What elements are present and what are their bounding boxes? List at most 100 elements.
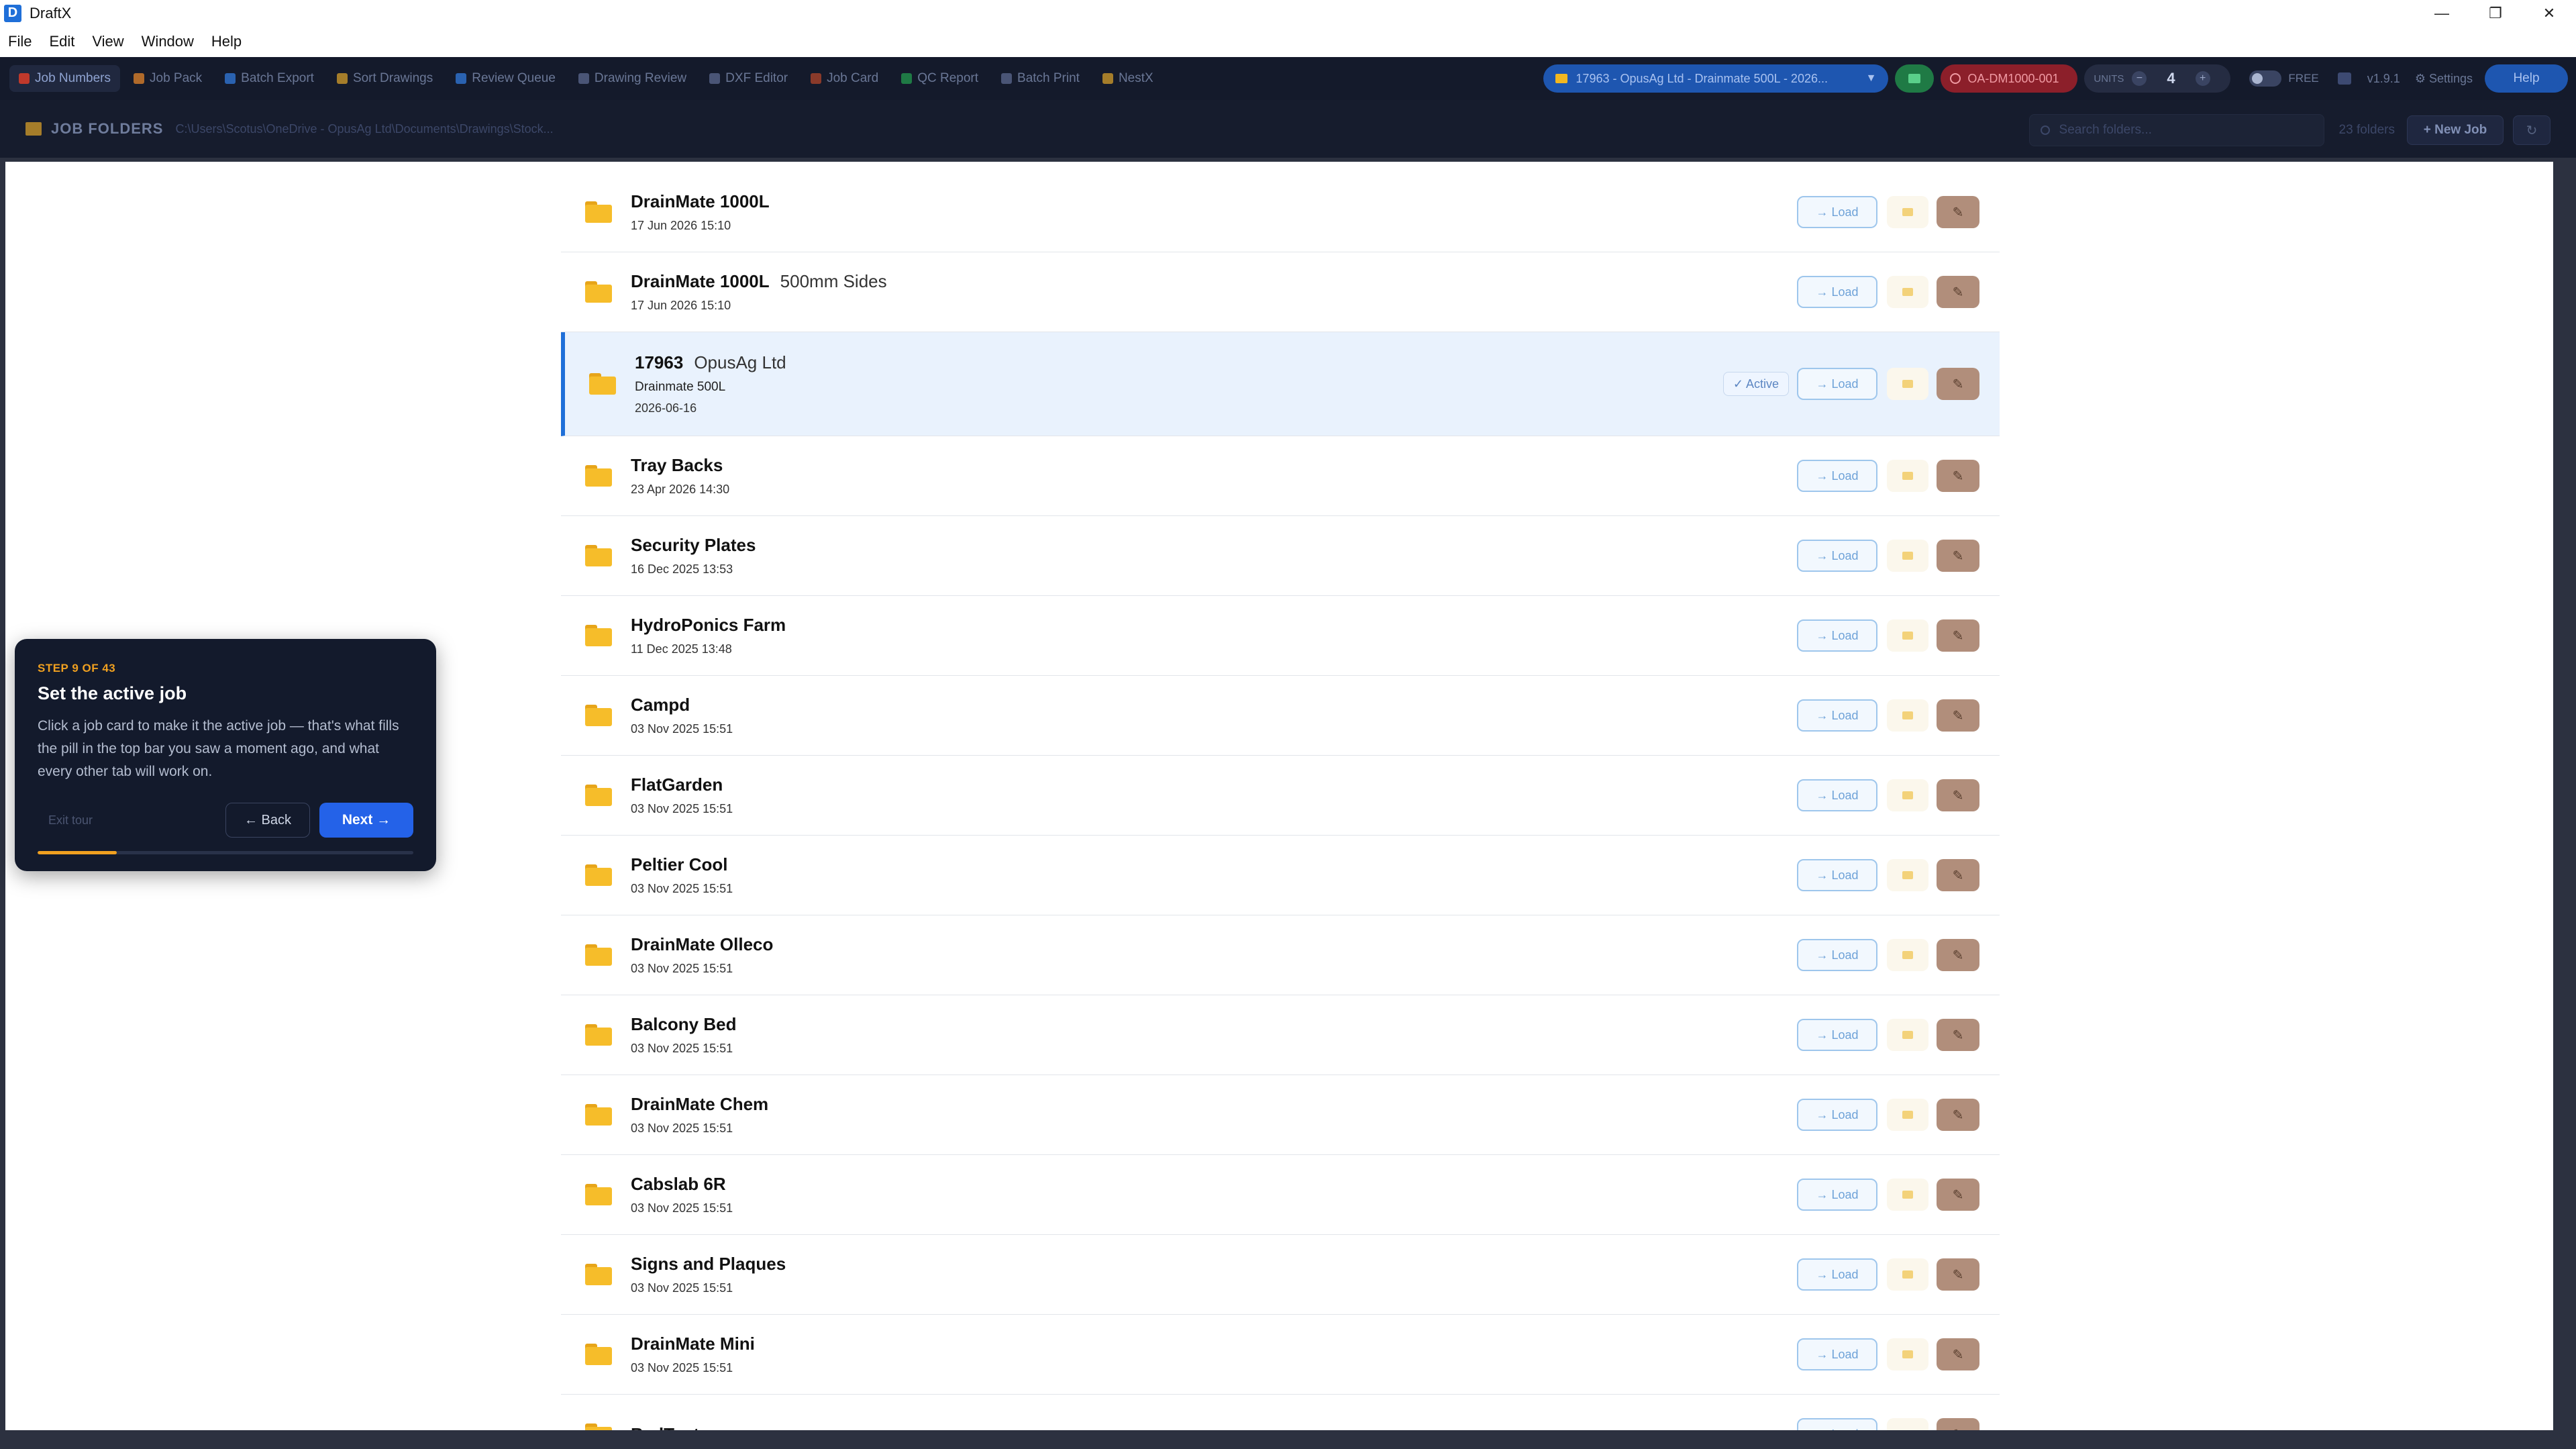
menu-window[interactable]: Window: [142, 33, 194, 50]
load-button[interactable]: → Load: [1797, 699, 1877, 732]
open-folder-button[interactable]: [1887, 779, 1928, 811]
job-card[interactable]: Signs and Plaques 03 Nov 2025 15:51 → Load…: [561, 1235, 2000, 1315]
edit-job-button[interactable]: ✎: [1937, 1099, 1979, 1131]
edit-job-button[interactable]: ✎: [1937, 1338, 1979, 1370]
load-button[interactable]: → Load: [1797, 1338, 1877, 1370]
job-card[interactable]: HydroPonics Farm 11 Dec 2025 13:48 → Load ✎: [561, 596, 2000, 676]
open-folder-button[interactable]: [1887, 939, 1928, 971]
tab-batch-export[interactable]: Batch Export: [215, 65, 323, 92]
job-card[interactable]: Campd 03 Nov 2025 15:51 → Load ✎: [561, 676, 2000, 756]
units-decrement-button[interactable]: −: [2132, 71, 2147, 86]
units-increment-button[interactable]: +: [2195, 71, 2210, 86]
tab-nestx[interactable]: NestX: [1093, 65, 1163, 92]
open-folder-button[interactable]: [1887, 276, 1928, 308]
job-card[interactable]: FlatGarden 03 Nov 2025 15:51 → Load ✎: [561, 756, 2000, 836]
tab-drawing-review[interactable]: Drawing Review: [569, 65, 696, 92]
save-icon[interactable]: [2337, 72, 2351, 85]
open-folder-button[interactable]: [1887, 368, 1928, 400]
tour-back-button[interactable]: ← Back: [225, 803, 310, 838]
load-button[interactable]: → Load: [1797, 939, 1877, 971]
load-button[interactable]: → Load: [1797, 859, 1877, 891]
job-card[interactable]: BedTent → Load ✎: [561, 1395, 2000, 1430]
edit-job-button[interactable]: ✎: [1937, 1418, 1979, 1430]
job-card[interactable]: Security Plates 16 Dec 2025 13:53 → Load ✎: [561, 516, 2000, 596]
load-button[interactable]: → Load: [1797, 276, 1877, 308]
job-card[interactable]: DrainMate Chem 03 Nov 2025 15:51 → Load ✎: [561, 1075, 2000, 1155]
load-button[interactable]: → Load: [1797, 619, 1877, 652]
open-folder-button[interactable]: [1887, 859, 1928, 891]
load-button[interactable]: → Load: [1797, 196, 1877, 228]
edit-job-button[interactable]: ✎: [1937, 540, 1979, 572]
active-job-pill[interactable]: 17963 - OpusAg Ltd - Drainmate 500L - 20…: [1543, 64, 1889, 93]
open-folder-button[interactable]: [1887, 540, 1928, 572]
job-card[interactable]: DrainMate Mini 03 Nov 2025 15:51 → Load ✎: [561, 1315, 2000, 1395]
open-folder-button[interactable]: [1887, 1099, 1928, 1131]
tab-qc-report[interactable]: QC Report: [892, 65, 988, 92]
edit-job-button[interactable]: ✎: [1937, 1019, 1979, 1051]
edit-job-button[interactable]: ✎: [1937, 699, 1979, 732]
open-folder-button[interactable]: [1887, 1019, 1928, 1051]
open-folder-button[interactable]: [1887, 1338, 1928, 1370]
exit-tour-link[interactable]: Exit tour: [48, 813, 93, 828]
free-toggle[interactable]: FREE: [2249, 70, 2319, 87]
menu-view[interactable]: View: [92, 33, 123, 50]
tab-batch-print[interactable]: Batch Print: [992, 65, 1089, 92]
menu-help[interactable]: Help: [211, 33, 242, 50]
load-button[interactable]: → Load: [1797, 779, 1877, 811]
edit-job-button[interactable]: ✎: [1937, 368, 1979, 400]
tab-job-pack[interactable]: Job Pack: [124, 65, 211, 92]
search-input[interactable]: Search folders...: [2028, 114, 2324, 146]
folder-path[interactable]: C:\Users\Scotus\OneDrive - OpusAg Ltd\Do…: [175, 122, 553, 136]
open-folder-button[interactable]: [1887, 619, 1928, 652]
tab-review-queue[interactable]: Review Queue: [446, 65, 565, 92]
edit-job-button[interactable]: ✎: [1937, 196, 1979, 228]
load-button[interactable]: → Load: [1797, 1179, 1877, 1211]
edit-job-button[interactable]: ✎: [1937, 859, 1979, 891]
open-folder-button[interactable]: [1887, 1418, 1928, 1430]
edit-job-button[interactable]: ✎: [1937, 939, 1979, 971]
job-card[interactable]: Peltier Cool 03 Nov 2025 15:51 → Load ✎: [561, 836, 2000, 915]
load-button[interactable]: → Load: [1797, 1099, 1877, 1131]
edit-job-button[interactable]: ✎: [1937, 779, 1979, 811]
edit-job-button[interactable]: ✎: [1937, 460, 1979, 492]
restore-button[interactable]: ❐: [2469, 0, 2522, 26]
edit-job-button[interactable]: ✎: [1937, 619, 1979, 652]
edit-job-button[interactable]: ✎: [1937, 276, 1979, 308]
open-folder-button[interactable]: [1887, 1258, 1928, 1291]
open-folder-button[interactable]: [1887, 699, 1928, 732]
tab-job-numbers[interactable]: Job Numbers: [9, 65, 120, 92]
tab-sort-drawings[interactable]: Sort Drawings: [327, 65, 442, 92]
open-folder-button[interactable]: [1887, 196, 1928, 228]
tab-dxf-editor[interactable]: DXF Editor: [700, 65, 797, 92]
minimize-button[interactable]: —: [2415, 0, 2469, 26]
job-card[interactable]: DrainMate 1000L 500mm Sides 17 Jun 2026 15…: [561, 252, 2000, 332]
load-button[interactable]: → Load: [1797, 1258, 1877, 1291]
edit-job-button[interactable]: ✎: [1937, 1258, 1979, 1291]
new-job-button[interactable]: + New Job: [2407, 115, 2504, 145]
part-number-pill[interactable]: OA-DM1000-001: [1941, 64, 2078, 93]
refresh-button[interactable]: ↻: [2513, 115, 2551, 145]
load-button[interactable]: → Load: [1797, 1418, 1877, 1430]
load-button[interactable]: → Load: [1797, 1019, 1877, 1051]
close-button[interactable]: ✕: [2522, 0, 2576, 26]
tab-job-card[interactable]: Job Card: [801, 65, 888, 92]
open-job-folder-button[interactable]: [1895, 64, 1935, 93]
load-button[interactable]: → Load: [1797, 540, 1877, 572]
open-folder-button[interactable]: [1887, 1179, 1928, 1211]
job-card[interactable]: Balcony Bed 03 Nov 2025 15:51 → Load ✎: [561, 995, 2000, 1075]
job-card[interactable]: 17963 OpusAg Ltd Drainmate 500L 2026-06-16 ✓…: [561, 332, 2000, 436]
load-button[interactable]: → Load: [1797, 368, 1877, 400]
job-card[interactable]: Tray Backs 23 Apr 2026 14:30 → Load ✎: [561, 436, 2000, 516]
help-button[interactable]: Help: [2485, 64, 2568, 93]
toggle-switch[interactable]: [2249, 70, 2282, 87]
open-folder-button[interactable]: [1887, 460, 1928, 492]
tour-next-button[interactable]: Next →: [319, 803, 413, 838]
job-card[interactable]: Cabslab 6R 03 Nov 2025 15:51 → Load ✎: [561, 1155, 2000, 1235]
settings-button[interactable]: ⚙ Settings: [2415, 72, 2473, 86]
scrollbar-track[interactable]: [2553, 158, 2576, 1430]
load-button[interactable]: → Load: [1797, 460, 1877, 492]
job-card[interactable]: DrainMate Olleco 03 Nov 2025 15:51 → Load ✎: [561, 915, 2000, 995]
menu-edit[interactable]: Edit: [49, 33, 74, 50]
menu-file[interactable]: File: [8, 33, 32, 50]
job-card[interactable]: DrainMate 1000L 17 Jun 2026 15:10 → Load ✎: [561, 172, 2000, 252]
